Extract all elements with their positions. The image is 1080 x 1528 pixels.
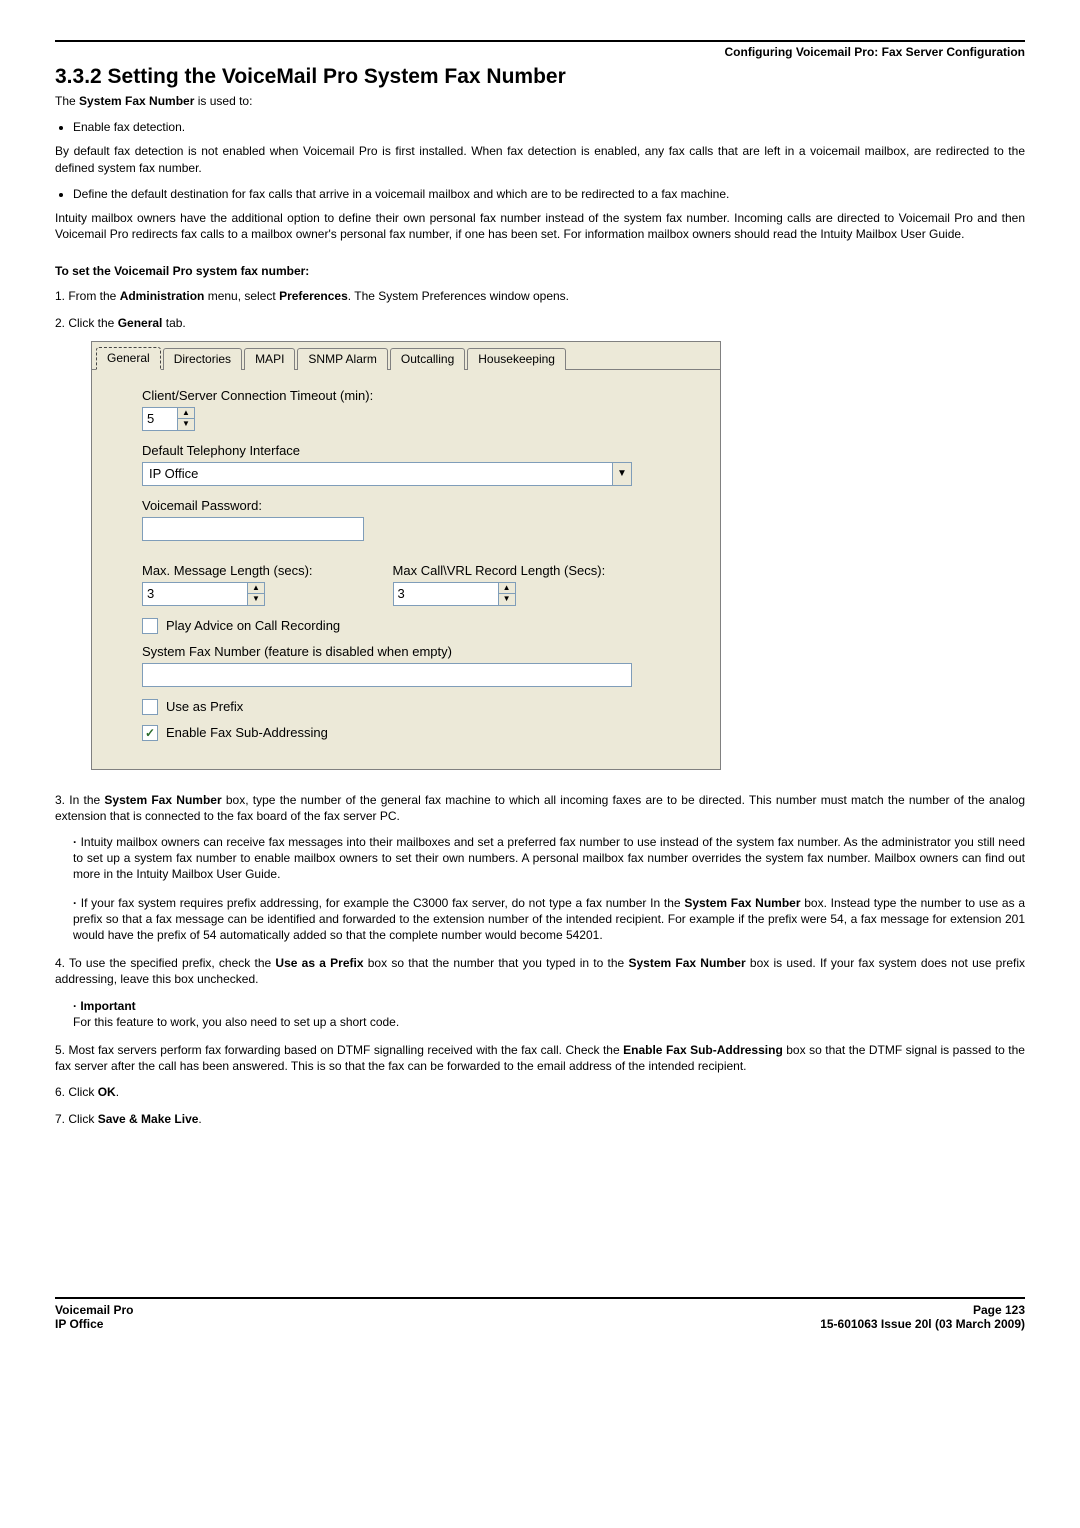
step-1: 1. From the Administration menu, select … (55, 288, 1025, 304)
step-6: 6. Click OK. (55, 1084, 1025, 1100)
spinner-down-icon[interactable]: ▼ (178, 419, 194, 430)
play-advice-checkbox[interactable] (142, 618, 158, 634)
step-2: 2. Click the General tab. (55, 315, 1025, 331)
section-heading: 3.3.2 Setting the VoiceMail Pro System F… (55, 65, 1025, 89)
vm-password-label: Voicemail Password: (142, 498, 698, 513)
telephony-combo[interactable]: IP Office ▼ (142, 462, 632, 486)
max-msg-label: Max. Message Length (secs): (142, 563, 313, 578)
footer-right-1: Page 123 (973, 1303, 1025, 1317)
chevron-down-icon[interactable]: ▼ (612, 463, 631, 485)
telephony-value: IP Office (143, 463, 612, 485)
spinner-up-icon[interactable]: ▲ (499, 583, 515, 595)
footer-right-2: 15-601063 Issue 20l (03 March 2009) (820, 1317, 1025, 1331)
step-5: 5. Most fax servers perform fax forwardi… (55, 1042, 1025, 1074)
tab-snmp-alarm[interactable]: SNMP Alarm (297, 348, 387, 370)
spinner-up-icon[interactable]: ▲ (248, 583, 264, 595)
footer-left-2: IP Office (55, 1317, 103, 1331)
tab-directories[interactable]: Directories (163, 348, 242, 370)
max-msg-input[interactable]: 3 ▲ ▼ (142, 582, 265, 606)
enable-fax-sub-label: Enable Fax Sub-Addressing (166, 725, 328, 740)
footer-left-1: Voicemail Pro (55, 1303, 133, 1317)
max-vrl-label: Max Call\VRL Record Length (Secs): (393, 563, 606, 578)
client-timeout-label: Client/Server Connection Timeout (min): (142, 388, 698, 403)
client-timeout-input[interactable]: 5 ▲ ▼ (142, 407, 195, 431)
enable-fax-sub-checkbox[interactable] (142, 725, 158, 741)
step-3: 3. In the System Fax Number box, type th… (55, 792, 1025, 824)
step-3-sub-1: Intuity mailbox owners can receive fax m… (73, 834, 1025, 883)
sys-fax-input[interactable] (142, 663, 632, 687)
step-4-important: ImportantFor this feature to work, you a… (73, 998, 1025, 1030)
max-vrl-value: 3 (394, 583, 498, 605)
tab-outcalling[interactable]: Outcalling (390, 348, 465, 370)
play-advice-label: Play Advice on Call Recording (166, 618, 340, 633)
max-vrl-input[interactable]: 3 ▲ ▼ (393, 582, 516, 606)
page-category: Configuring Voicemail Pro: Fax Server Co… (55, 45, 1025, 59)
use-as-prefix-label: Use as Prefix (166, 699, 243, 714)
telephony-label: Default Telephony Interface (142, 443, 698, 458)
procedure-title: To set the Voicemail Pro system fax numb… (55, 264, 1025, 278)
use-as-prefix-checkbox[interactable] (142, 699, 158, 715)
spinner-down-icon[interactable]: ▼ (248, 594, 264, 605)
tab-housekeeping[interactable]: Housekeeping (467, 348, 566, 370)
intro-bullet-2: Define the default destination for fax c… (73, 186, 1025, 202)
vm-password-input[interactable] (142, 517, 364, 541)
step-3-sub-2: If your fax system requires prefix addre… (73, 895, 1025, 944)
tab-mapi[interactable]: MAPI (244, 348, 295, 370)
client-timeout-value: 5 (143, 408, 177, 430)
spinner-down-icon[interactable]: ▼ (499, 594, 515, 605)
spinner-up-icon[interactable]: ▲ (178, 408, 194, 420)
intro-lead: The System Fax Number is used to: (55, 93, 1025, 109)
intro-para-2: Intuity mailbox owners have the addition… (55, 210, 1025, 242)
max-msg-value: 3 (143, 583, 247, 605)
sys-fax-label: System Fax Number (feature is disabled w… (142, 644, 698, 659)
tab-general[interactable]: General (96, 347, 161, 370)
preferences-dialog: General Directories MAPI SNMP Alarm Outc… (91, 341, 721, 770)
intro-para-1: By default fax detection is not enabled … (55, 143, 1025, 175)
step-4: 4. To use the specified prefix, check th… (55, 955, 1025, 987)
step-7: 7. Click Save & Make Live. (55, 1111, 1025, 1127)
intro-bullet-1: Enable fax detection. (73, 119, 1025, 135)
tab-strip: General Directories MAPI SNMP Alarm Outc… (92, 342, 720, 369)
